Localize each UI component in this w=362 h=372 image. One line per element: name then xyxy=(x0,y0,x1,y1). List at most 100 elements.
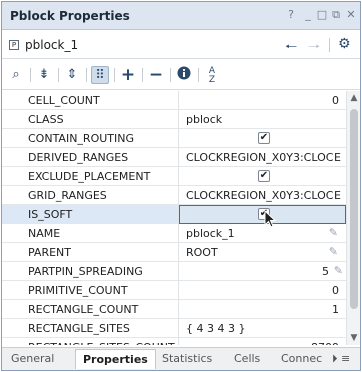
column-divider xyxy=(178,91,179,110)
scroll-up-icon[interactable]: ▲ xyxy=(348,92,360,104)
toolbar-separator xyxy=(114,68,115,82)
column-divider xyxy=(178,338,179,345)
property-value: CLOCKREGION_X0Y3:CLOC xyxy=(186,151,334,164)
properties-table: CELL_COUNT 0 CLASS pblock CONTAIN_ROUTING ✔ DE… xyxy=(2,91,346,345)
pblock-properties-panel: Pblock Properties ? _ □ ⧉ ✕ P pblock_1 🠐… xyxy=(1,1,361,371)
property-value: CLOCKREGION_X0Y3:CLOC xyxy=(186,189,334,202)
scroll-thumb[interactable] xyxy=(350,109,358,309)
toolbar-separator xyxy=(30,68,31,82)
column-divider xyxy=(178,300,179,319)
edit-pencil-icon[interactable]: ✎ xyxy=(329,245,338,258)
property-value: { 4 3 4 3 } xyxy=(186,322,246,335)
property-row[interactable]: GRID_RANGES CLOCKREGION_X0Y3:CLOC E xyxy=(2,186,346,205)
close-button[interactable]: ✕ xyxy=(344,8,358,22)
tab-statistics[interactable]: Statistics xyxy=(162,352,212,365)
property-value-overflow: E xyxy=(334,151,341,164)
property-name: EXCLUDE_PLACEMENT xyxy=(28,170,151,183)
property-value: pblock xyxy=(186,113,223,126)
property-row[interactable]: RECTANGLE_SITES { 4 3 4 3 } xyxy=(2,319,346,338)
minimize-button[interactable]: _ xyxy=(301,8,315,22)
property-value: 8709 xyxy=(311,341,339,345)
collapse-all-icon[interactable]: ⇟ xyxy=(35,66,53,84)
property-name: RECTANGLE_SITES xyxy=(28,322,130,335)
scroll-down-icon[interactable]: ▼ xyxy=(348,332,360,344)
property-name: CLASS xyxy=(28,113,64,126)
property-name: DERIVED_RANGES xyxy=(28,151,129,164)
property-checkbox[interactable]: ✔ xyxy=(258,170,270,182)
property-value[interactable]: ROOT xyxy=(186,246,218,259)
edit-pencil-icon[interactable]: ✎ xyxy=(329,226,338,239)
column-divider xyxy=(178,110,179,129)
tab-cells[interactable]: Cells xyxy=(234,352,260,365)
vertical-scrollbar[interactable]: ▲ ▼ xyxy=(346,91,360,345)
toolbar-separator xyxy=(170,68,171,82)
property-row[interactable]: PRIMITIVE_COUNT 0 xyxy=(2,281,346,300)
property-row[interactable]: CLASS pblock xyxy=(2,110,346,129)
column-divider xyxy=(178,243,179,262)
column-divider xyxy=(178,224,179,243)
property-name: RECTANGLE_COUNT xyxy=(28,303,139,316)
edit-pencil-icon[interactable]: ✎ xyxy=(334,264,343,277)
property-value-overflow: E xyxy=(334,189,341,202)
title-bar: Pblock Properties ? _ □ ⧉ ✕ xyxy=(2,2,360,30)
toolbar-separator xyxy=(86,68,87,82)
tab-overflow-icon[interactable]: ⏵ ≡ xyxy=(332,352,350,366)
property-row[interactable]: NAME pblock_1 ✎ xyxy=(2,224,346,243)
property-value: 0 xyxy=(332,284,339,297)
info-icon[interactable] xyxy=(175,66,193,84)
add-icon[interactable]: + xyxy=(119,66,137,84)
property-name: CONTAIN_ROUTING xyxy=(28,132,134,145)
tab-connections[interactable]: Connec xyxy=(281,352,322,365)
property-row[interactable]: CONTAIN_ROUTING ✔ xyxy=(2,129,346,148)
separator xyxy=(329,38,330,52)
remove-icon[interactable]: − xyxy=(147,66,165,84)
object-name: pblock_1 xyxy=(25,38,79,52)
property-name: GRID_RANGES xyxy=(28,189,107,202)
object-header: P pblock_1 🠐 🠒 ⚙ xyxy=(2,31,360,59)
properties-toolbar: ⌕ ⇟ ⇕ ⠿ + − AZ xyxy=(2,60,360,90)
property-row[interactable]: EXCLUDE_PLACEMENT ✔ xyxy=(2,167,346,186)
property-value: 1 xyxy=(332,303,339,316)
expand-all-icon[interactable]: ⇕ xyxy=(63,66,81,84)
property-name: PARENT xyxy=(28,246,71,259)
toolbar-separator xyxy=(198,68,199,82)
back-icon[interactable]: 🠐 xyxy=(285,36,297,60)
property-value[interactable]: 5 xyxy=(322,265,329,278)
property-name: CELL_COUNT xyxy=(28,94,100,107)
tab-bar: General Properties Statistics Cells Conn… xyxy=(2,347,360,370)
column-divider xyxy=(178,129,179,148)
property-row[interactable]: PARENT ROOT ✎ xyxy=(2,243,346,262)
property-row[interactable]: RECTANGLE_SITES_COUNT 8709 xyxy=(2,338,346,345)
tab-general[interactable]: General xyxy=(11,352,54,365)
property-value[interactable]: pblock_1 xyxy=(186,227,235,240)
property-name: IS_SOFT xyxy=(28,208,73,221)
column-divider xyxy=(178,148,179,167)
property-checkbox[interactable]: ✔ xyxy=(258,132,270,144)
column-divider xyxy=(178,262,179,281)
column-divider xyxy=(178,186,179,205)
forward-icon[interactable]: 🠒 xyxy=(308,36,320,60)
property-name: NAME xyxy=(28,227,61,240)
gear-icon[interactable]: ⚙ xyxy=(338,36,351,52)
float-button[interactable]: ⧉ xyxy=(329,8,343,22)
column-divider xyxy=(178,167,179,186)
property-row[interactable]: CELL_COUNT 0 xyxy=(2,91,346,110)
help-button[interactable]: ? xyxy=(284,8,298,22)
property-row[interactable]: DERIVED_RANGES CLOCKREGION_X0Y3:CLOC E xyxy=(2,148,346,167)
toolbar-separator xyxy=(58,68,59,82)
property-name: PARTPIN_SPREADING xyxy=(28,265,143,278)
maximize-button[interactable]: □ xyxy=(315,8,329,22)
toolbar-separator xyxy=(142,68,143,82)
pblock-icon: P xyxy=(9,40,19,50)
search-icon[interactable]: ⌕ xyxy=(7,66,25,84)
property-row[interactable]: IS_SOFT ✔ xyxy=(2,205,346,228)
property-row[interactable]: PARTPIN_SPREADING 5 ✎ xyxy=(2,262,346,281)
property-name: RECTANGLE_SITES_COUNT xyxy=(28,341,175,345)
property-row[interactable]: RECTANGLE_COUNT 1 xyxy=(2,300,346,319)
property-value: 0 xyxy=(332,94,339,107)
property-name: PRIMITIVE_COUNT xyxy=(28,284,128,297)
group-icon[interactable]: ⠿ xyxy=(91,66,109,84)
tab-properties[interactable]: Properties xyxy=(75,349,156,369)
sort-icon[interactable]: AZ xyxy=(203,66,221,85)
column-divider xyxy=(178,281,179,300)
